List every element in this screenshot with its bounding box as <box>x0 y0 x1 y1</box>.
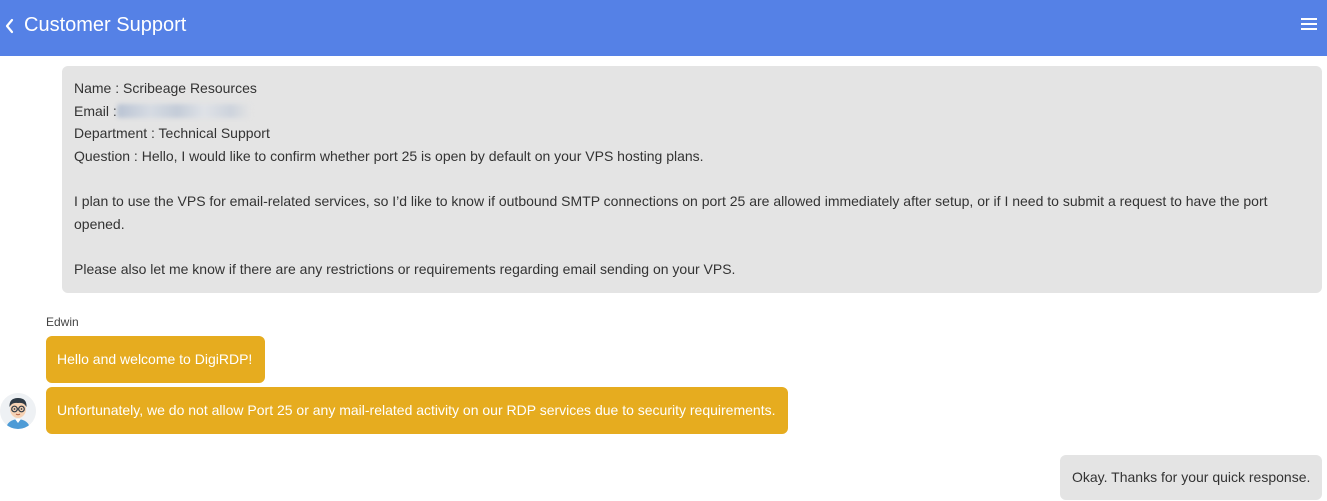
ticket-paragraph: I plan to use the VPS for email-related … <box>74 192 1268 232</box>
hamburger-menu-icon <box>1301 18 1317 20</box>
hamburger-menu-icon-bar <box>1301 28 1317 30</box>
ticket-email-label: Email : <box>74 102 117 119</box>
chevron-left-icon <box>5 18 14 34</box>
redacted-email <box>116 103 251 118</box>
page-title: Customer Support <box>24 14 187 36</box>
hamburger-menu-icon-bar <box>1301 23 1317 25</box>
agent-message: Unfortunately, we do not allow Port 25 o… <box>46 387 788 434</box>
ticket-question: Question : Hello, I would like to confir… <box>74 147 704 164</box>
ticket-name: Name : Scribeage Resources <box>74 80 257 96</box>
user-message: Okay. Thanks for your quick response. <box>1060 455 1322 500</box>
menu-button[interactable] <box>1301 17 1317 32</box>
agent-message: Hello and welcome to DigiRDP! <box>46 336 265 383</box>
agent-avatar-icon <box>0 393 36 429</box>
ticket-paragraph: Please also let me know if there are any… <box>74 260 736 277</box>
back-button[interactable] <box>3 16 17 36</box>
ticket-details-bubble: Name : Scribeage Resources Email : Depar… <box>62 66 1322 293</box>
ticket-department: Department : Technical Support <box>74 125 270 142</box>
ticket-email-row: Email : <box>74 100 1310 123</box>
chat-header: Customer Support <box>0 0 1327 56</box>
agent-name: Edwin <box>46 315 79 329</box>
